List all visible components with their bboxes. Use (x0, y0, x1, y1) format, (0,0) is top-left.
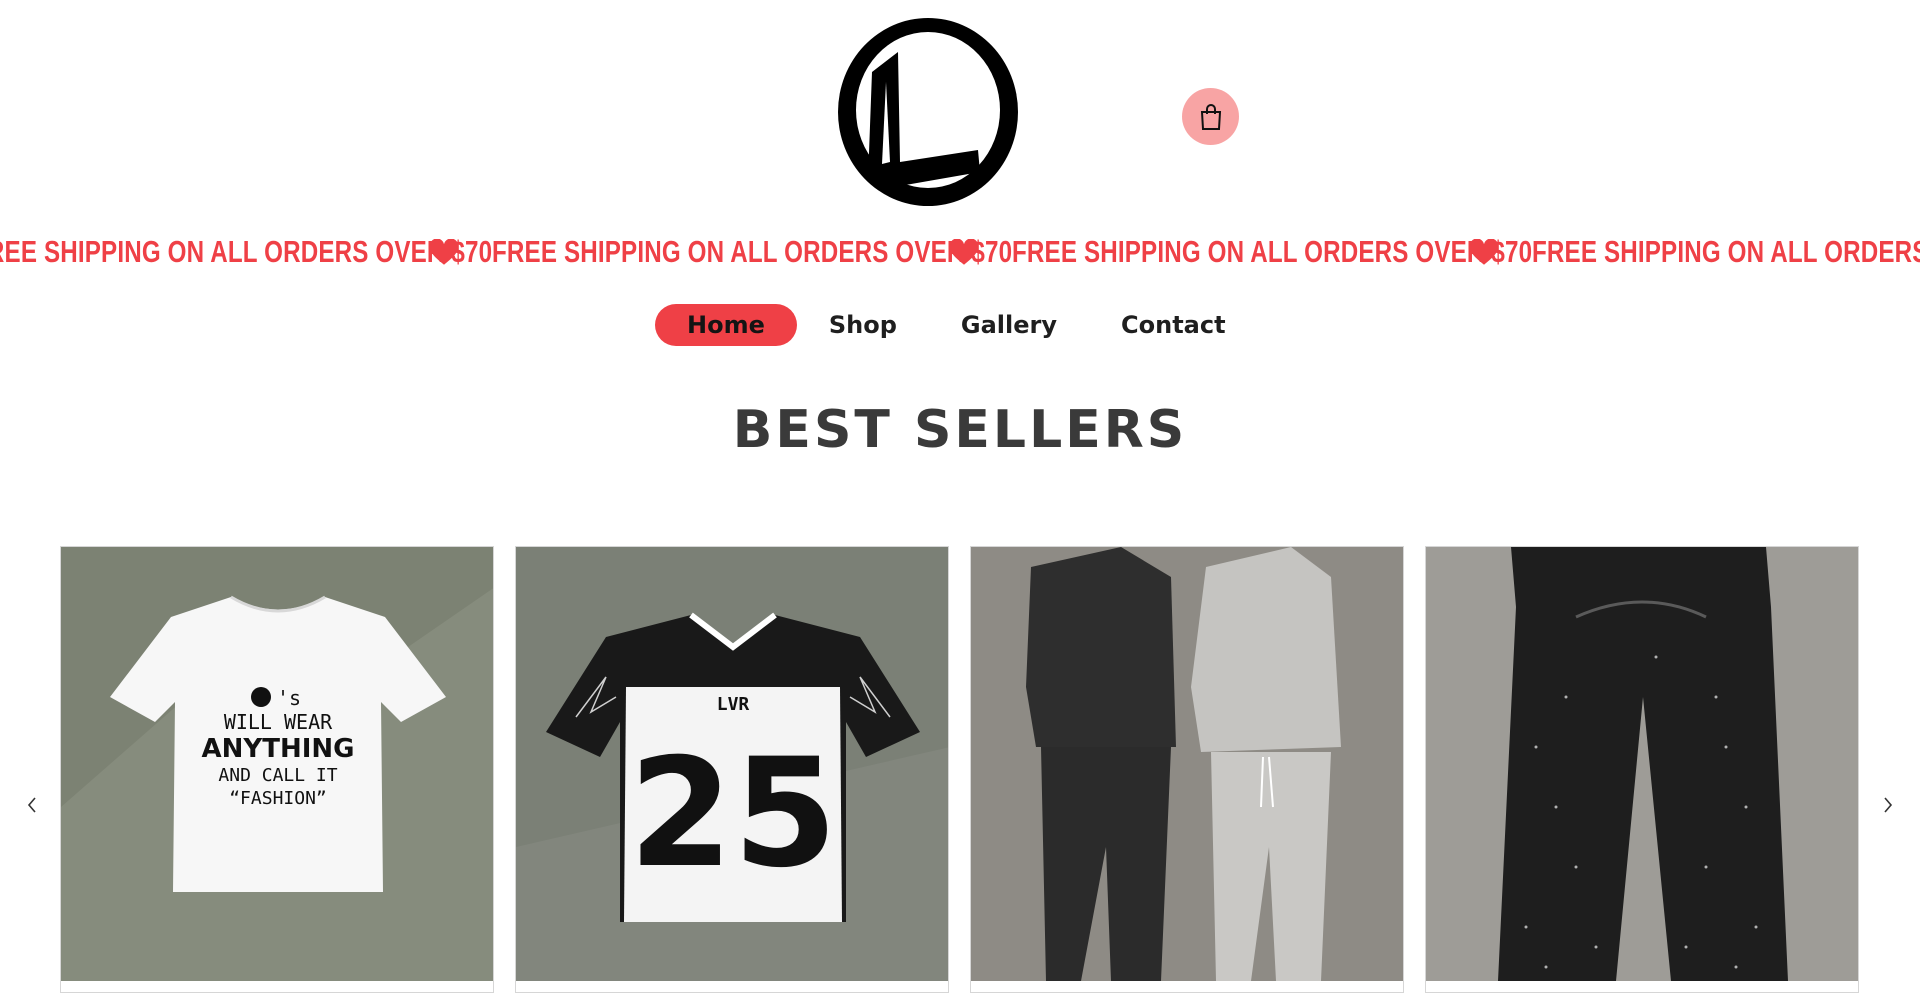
announcement-item: FREE SHIPPING ON ALL ORDERS OVER $70 (1012, 234, 1532, 270)
gallery-next-button[interactable] (1873, 790, 1903, 820)
jersey-graphic-text: LVR (717, 694, 750, 715)
announcement-text: FREE SHIPPING ON ALL ORDERS OVER $70 (1532, 234, 1920, 269)
chevron-right-icon (1884, 797, 1893, 813)
nav-item-contact[interactable]: Contact (1089, 304, 1258, 346)
tee-graphic-line-5: “FASHION” (229, 788, 327, 809)
announcement-text: FREE SHIPPING ON ALL ORDERS OVER $70 (0, 234, 493, 269)
product-image-jersey: LVR 25 (516, 547, 948, 981)
product-card[interactable]: LVR 25 (515, 546, 949, 993)
announcement-item: FREE SHIPPING ON ALL ORDERS OVER $70 (492, 234, 1012, 270)
tee-graphic-line-2: WILL WEAR (224, 710, 333, 734)
announcement-text: FREE SHIPPING ON ALL ORDERS OVER $70 (492, 234, 1013, 269)
chevron-left-icon (27, 797, 36, 813)
tee-graphic-line-1: 's (277, 686, 301, 710)
shopping-bag-icon (1200, 103, 1221, 130)
page: FREE SHIPPING ON ALL ORDERS OVER $70 FREE… (0, 0, 1920, 993)
product-image-pants (1426, 547, 1858, 981)
announcement-item: FREE SHIPPING ON ALL ORDERS OVER $70 (1532, 234, 1920, 270)
product-image-tee: 's WILL WEAR ANYTHING AND CALL IT “FASHI… (61, 547, 493, 981)
brand-logo-icon (838, 18, 1018, 206)
nav-item-gallery[interactable]: Gallery (929, 304, 1089, 346)
brand-logo[interactable] (828, 12, 1028, 212)
gallery-prev-button[interactable] (17, 790, 47, 820)
main-nav: Home Shop Gallery Contact (655, 304, 1258, 346)
announcement-marquee: FREE SHIPPING ON ALL ORDERS OVER $70 FREE… (0, 228, 1920, 276)
nav-item-shop[interactable]: Shop (797, 304, 929, 346)
best-sellers-title: BEST SELLERS (732, 400, 1188, 460)
announcement-item: FREE SHIPPING ON ALL ORDERS OVER $70 (0, 234, 492, 270)
tee-graphic-line-3: ANYTHING (202, 734, 355, 764)
cart-button[interactable] (1182, 88, 1239, 145)
announcement-text: FREE SHIPPING ON ALL ORDERS OVER $70 (1012, 234, 1533, 269)
jersey-graphic-number: 25 (629, 727, 838, 901)
marquee-track: FREE SHIPPING ON ALL ORDERS OVER $70 FREE… (0, 228, 1920, 276)
product-card[interactable] (1425, 546, 1859, 993)
product-card[interactable]: 's WILL WEAR ANYTHING AND CALL IT “FASHI… (60, 546, 494, 993)
nav-item-home[interactable]: Home (655, 304, 797, 346)
product-card[interactable] (970, 546, 1404, 993)
tee-graphic-line-4: AND CALL IT (218, 765, 337, 786)
product-image-tracksuits (971, 547, 1403, 981)
